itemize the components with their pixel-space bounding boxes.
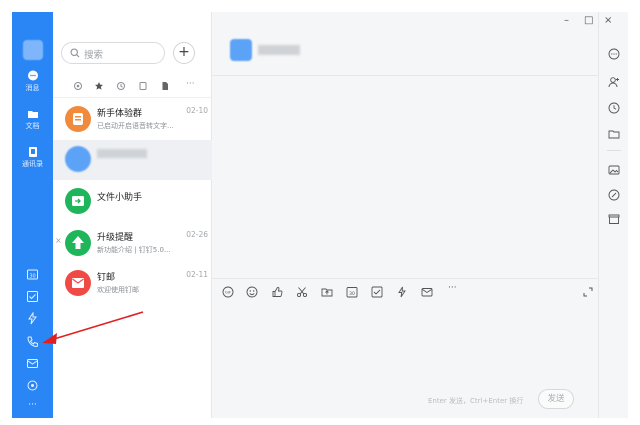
send-button[interactable]: 发送 [538, 389, 574, 409]
calendar-icon[interactable]: 30 [26, 268, 39, 281]
divider [607, 150, 621, 151]
scissors-icon[interactable] [296, 286, 308, 298]
thumbs-up-icon[interactable] [271, 286, 283, 298]
nav-docs[interactable]: 文档 [12, 108, 53, 131]
nav-contacts[interactable]: 通讯录 [12, 146, 53, 169]
image-icon[interactable] [608, 164, 620, 176]
composer-more-button[interactable]: ··· [448, 283, 457, 295]
envelope-icon [72, 278, 84, 288]
conversation-name: 新手体验群 [97, 109, 143, 119]
mail-avatar [65, 270, 91, 296]
file-helper-avatar [65, 188, 91, 214]
file-transfer-icon [72, 196, 84, 206]
nav-contacts-label: 通讯录 [22, 160, 43, 168]
nav-messages[interactable]: 消息 [12, 70, 53, 93]
conversation-name: 钉邮 [97, 273, 116, 283]
filter-more-button[interactable]: ··· [186, 79, 195, 89]
app-window: 消息 文档 通讯录 30 ··· 搜索 + ··· 新手体验群 已启动开启语音转… [12, 12, 628, 418]
emoji-icon[interactable] [246, 286, 258, 298]
upgrade-arrow-icon [72, 236, 84, 249]
send-shortcut-hint: Enter 发送，Ctrl+Enter 换行 [428, 397, 524, 405]
chat-avatar[interactable] [230, 39, 252, 61]
upgrade-avatar [65, 230, 91, 256]
svg-text:30: 30 [29, 274, 35, 280]
redacted-chat-title [258, 45, 300, 55]
mail-icon[interactable] [26, 357, 39, 370]
todo-check-icon[interactable] [26, 290, 39, 303]
message-composer[interactable]: GIF 30 ··· Enter 发送，Ctrl+Enter 换行 发送 [212, 278, 598, 418]
recent-filter-icon[interactable] [116, 81, 126, 91]
conversation-time: 02-10 [186, 106, 208, 115]
maximize-button[interactable]: □ [584, 15, 593, 26]
conversation-time: 02-11 [186, 270, 208, 279]
todo-check-icon[interactable] [371, 286, 383, 298]
chat-header [212, 36, 598, 76]
mail-icon[interactable] [421, 286, 433, 298]
star-filter-icon[interactable] [94, 81, 104, 91]
unread-filter-icon[interactable] [138, 81, 148, 91]
calendar-icon[interactable]: 30 [346, 286, 358, 298]
expand-icon[interactable] [582, 286, 594, 298]
ding-lightning-icon[interactable] [26, 312, 39, 325]
chat-bubble-icon [27, 70, 38, 81]
close-button[interactable]: × [604, 15, 612, 26]
redacted-name [97, 149, 147, 158]
conversation-name: 文件小助手 [97, 193, 143, 203]
user-avatar[interactable] [23, 40, 43, 60]
svg-text:GIF: GIF [225, 291, 231, 295]
workbench-icon[interactable] [26, 379, 39, 392]
add-member-icon[interactable] [608, 76, 620, 88]
history-clock-icon[interactable] [608, 102, 620, 114]
add-button[interactable]: + [173, 42, 195, 64]
conversation-preview: 新功能介绍 | 钉钉5.0... [97, 246, 171, 254]
at-mention-filter-icon[interactable] [73, 81, 83, 91]
nav-rail: 消息 文档 通讯录 30 ··· [12, 12, 53, 418]
conversation-name: 升级提醒 [97, 233, 134, 243]
svg-text:30: 30 [349, 291, 355, 297]
archive-box-icon[interactable] [608, 213, 620, 225]
conversation-item[interactable]: × 升级提醒 新功能介绍 | 钉钉5.0... 02-26 [53, 224, 212, 264]
right-toolbar [598, 12, 628, 418]
nav-more[interactable]: ··· [12, 400, 53, 410]
filter-bar: ··· [53, 76, 212, 98]
contacts-book-icon [28, 147, 37, 157]
document-filter-icon[interactable] [160, 81, 170, 91]
minimize-button[interactable]: – [564, 15, 569, 26]
conversation-list-panel: 搜索 + ··· 新手体验群 已启动开启语音转文字... 02-10 文件小助手… [53, 12, 212, 418]
folder-upload-icon[interactable] [321, 286, 333, 298]
close-icon[interactable]: × [55, 236, 62, 245]
ding-lightning-icon[interactable] [396, 286, 408, 298]
search-placeholder: 搜索 [84, 50, 104, 61]
search-box[interactable]: 搜索 [61, 42, 165, 64]
gif-icon[interactable]: GIF [222, 286, 234, 298]
conversation-item[interactable]: 新手体验群 已启动开启语音转文字... 02-10 [53, 100, 212, 140]
group-avatar [65, 106, 91, 132]
contact-avatar [65, 146, 91, 172]
chat-panel: GIF 30 ··· Enter 发送，Ctrl+Enter 换行 发送 [212, 12, 598, 418]
conversation-item-selected[interactable] [53, 140, 212, 180]
folder-icon [27, 111, 38, 118]
link-icon[interactable] [608, 189, 620, 201]
conversation-time: 02-26 [186, 230, 208, 239]
conversation-item[interactable]: 钉邮 欢迎使用钉邮 02-11 [53, 264, 212, 304]
search-icon [70, 48, 80, 58]
nav-docs-label: 文档 [25, 122, 40, 130]
conversation-preview: 已启动开启语音转文字... [97, 122, 174, 130]
conversation-preview: 欢迎使用钉邮 [97, 286, 139, 294]
more-options-icon[interactable] [608, 48, 620, 60]
phone-icon[interactable] [26, 335, 39, 348]
group-icon [73, 113, 83, 125]
conversation-item[interactable]: 文件小助手 [53, 182, 212, 222]
nav-messages-label: 消息 [25, 84, 40, 92]
files-folder-icon[interactable] [608, 128, 620, 140]
